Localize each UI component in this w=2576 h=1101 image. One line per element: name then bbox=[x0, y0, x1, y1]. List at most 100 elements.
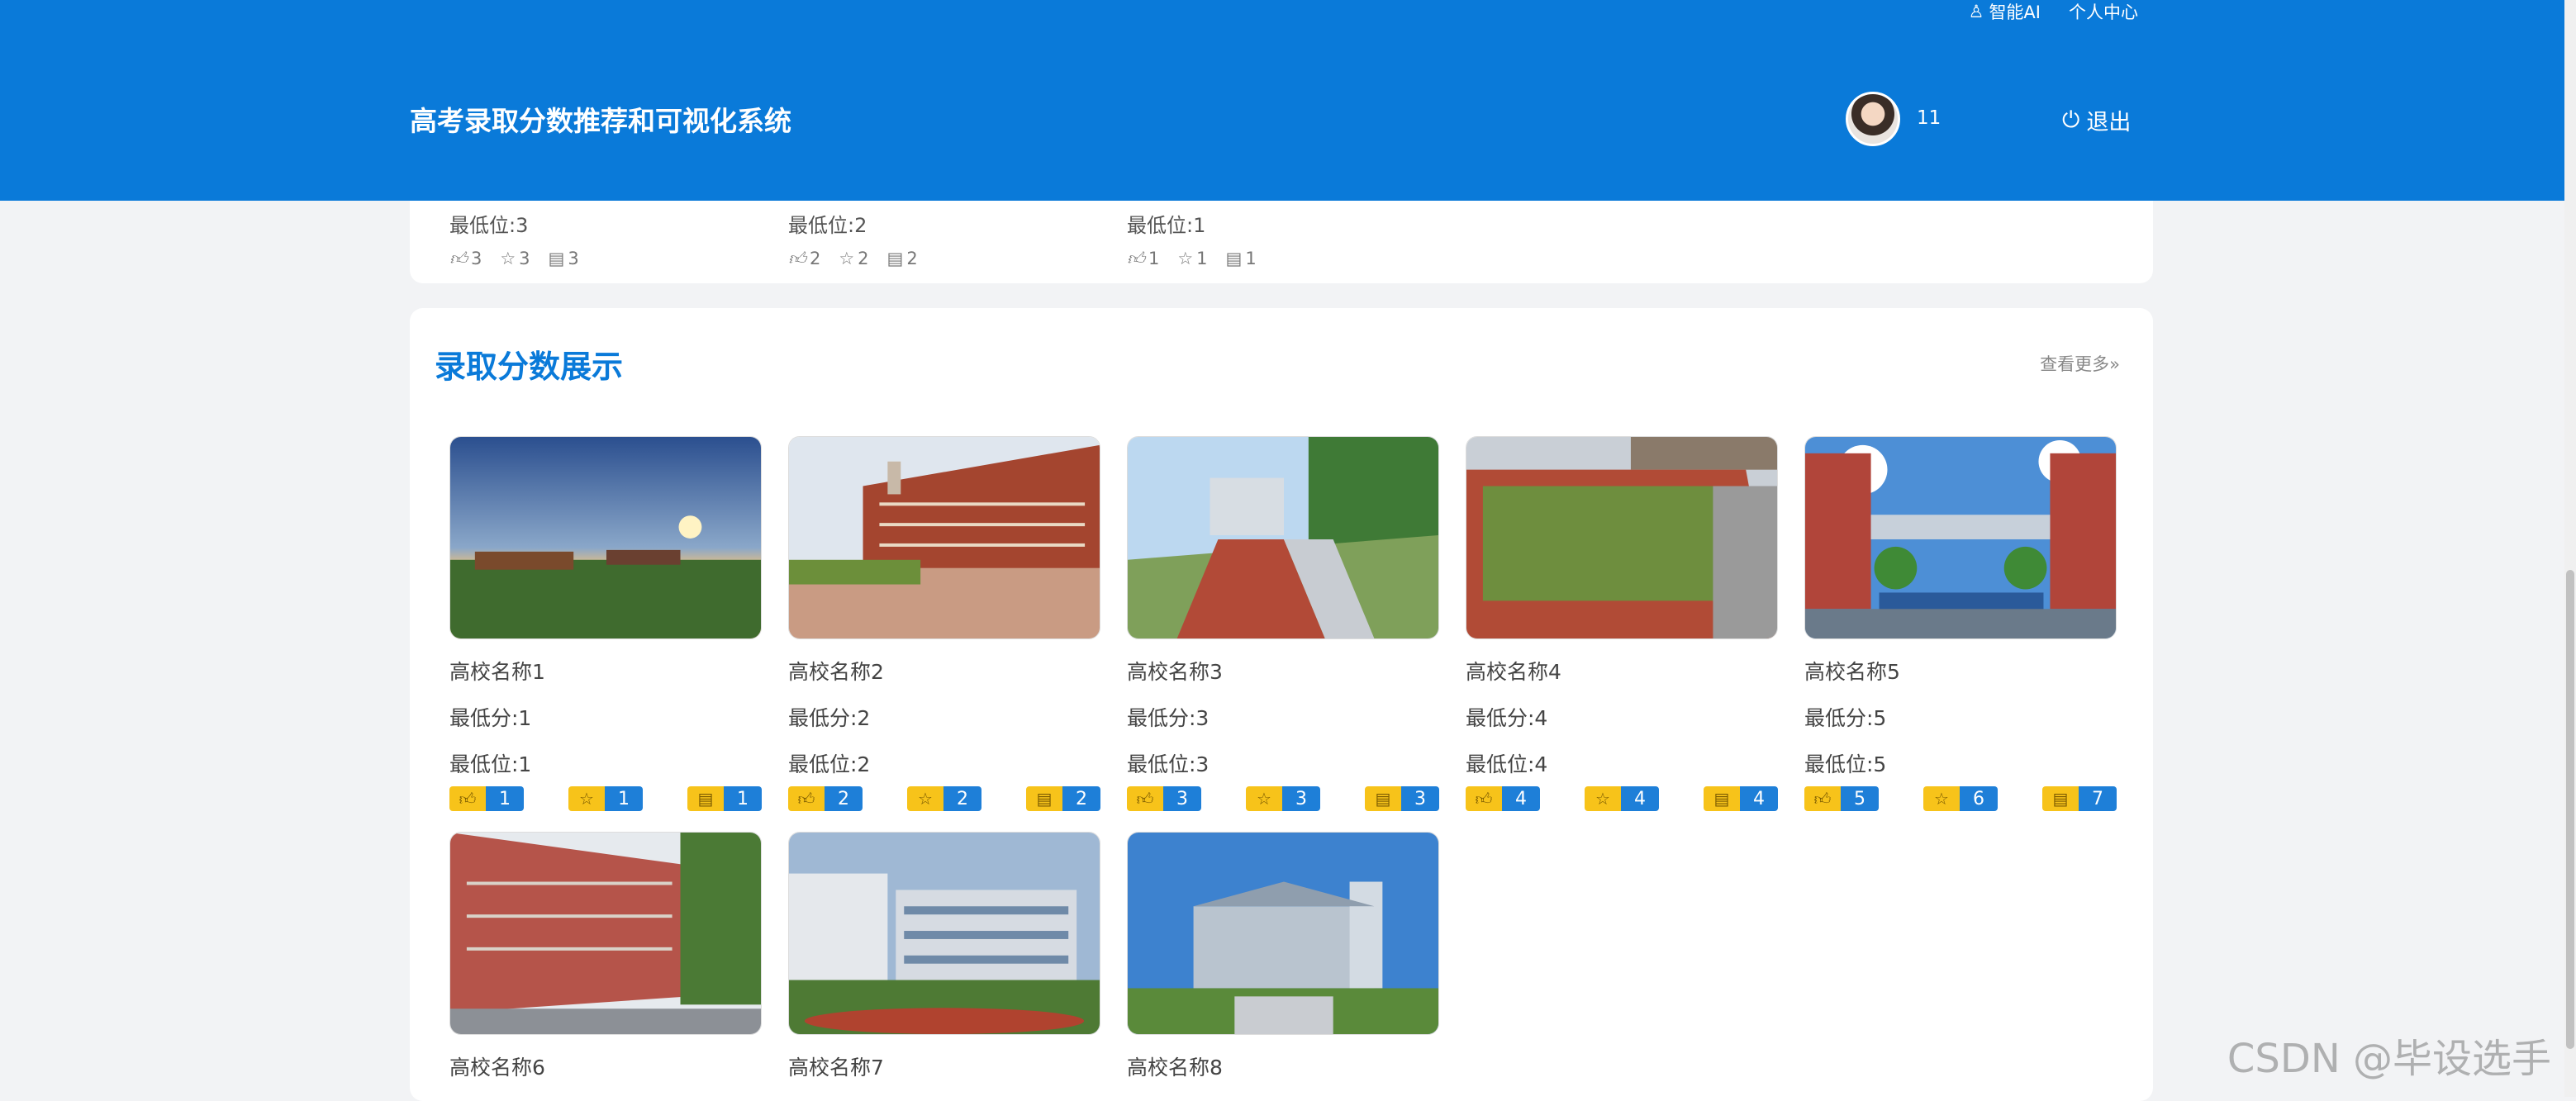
school-name: 高校名称3 bbox=[1127, 656, 1441, 686]
username: 11 bbox=[1917, 107, 1941, 129]
page-scrollbar[interactable] bbox=[2564, 0, 2576, 1097]
min-rank: 最低位:3 bbox=[1127, 748, 1441, 778]
school-photo[interactable] bbox=[788, 436, 1100, 639]
thumb-up-icon: 👍︎ bbox=[788, 786, 825, 811]
site-title: 高考录取分数推荐和可视化系统 bbox=[410, 99, 791, 139]
min-rank: 最低位:2 bbox=[788, 748, 1102, 778]
comment-icon: ▤ bbox=[1704, 786, 1740, 811]
min-score: 最低分:2 bbox=[788, 702, 1102, 732]
star-icon: ☆ bbox=[1246, 786, 1282, 811]
previous-section: 最低位:3 👍︎3 ☆3 ▤3 最低位:2 👍︎2 ☆2 ▤2 最低位:1 👍︎… bbox=[410, 201, 2153, 283]
smart-ai-link[interactable]: ♙智能AI bbox=[1969, 0, 2041, 24]
like-count: 👍︎3 bbox=[449, 248, 482, 269]
top-links: ♙智能AI 个人中心 bbox=[1969, 0, 2138, 23]
star-icon: ☆ bbox=[1923, 786, 1960, 811]
comment-count: ▤1 bbox=[1226, 248, 1257, 269]
school-card[interactable]: 高校名称5 最低分:5 最低位:5 👍︎5 ☆6 ▤7 bbox=[1804, 436, 2118, 811]
view-more-link[interactable]: 查看更多» bbox=[2040, 351, 2120, 376]
min-rank: 最低位:3 bbox=[449, 209, 763, 238]
min-rank: 最低位:2 bbox=[788, 209, 1102, 238]
comment-badge[interactable]: ▤4 bbox=[1704, 786, 1778, 811]
fav-badge[interactable]: ☆2 bbox=[907, 786, 981, 811]
school-card[interactable]: 高校名称1 最低分:1 最低位:1 👍︎1 ☆1 ▤1 bbox=[449, 436, 763, 811]
like-count: 👍︎1 bbox=[1127, 248, 1159, 269]
school-name: 高校名称6 bbox=[449, 1051, 763, 1081]
school-name: 高校名称8 bbox=[1127, 1051, 1441, 1081]
thumb-up-icon: 👍︎ bbox=[1804, 786, 1841, 811]
school-photo[interactable] bbox=[1466, 436, 1778, 639]
header: 高考录取分数推荐和可视化系统 11 ⏻ 退出 bbox=[0, 38, 2564, 201]
comment-count: ▤2 bbox=[887, 248, 918, 269]
school-photo[interactable] bbox=[1127, 436, 1439, 639]
comment-badge[interactable]: ▤2 bbox=[1026, 786, 1100, 811]
school-card[interactable]: 高校名称8 bbox=[1127, 832, 1441, 1081]
list-item[interactable]: 最低位:1 👍︎1 ☆1 ▤1 bbox=[1127, 209, 1441, 269]
fav-badge[interactable]: ☆6 bbox=[1923, 786, 1998, 811]
star-icon: ☆ bbox=[839, 249, 854, 268]
school-photo[interactable] bbox=[449, 832, 762, 1035]
school-card[interactable]: 高校名称2 最低分:2 最低位:2 👍︎2 ☆2 ▤2 bbox=[788, 436, 1102, 811]
fav-badge[interactable]: ☆1 bbox=[568, 786, 643, 811]
watermark: CSDN @毕设选手 bbox=[2227, 1026, 2551, 1084]
comment-icon: ▤ bbox=[687, 786, 724, 811]
thumb-up-icon: 👍︎ bbox=[1127, 248, 1145, 269]
thumb-up-icon: 👍︎ bbox=[1466, 786, 1502, 811]
list-item[interactable]: 最低位:3 👍︎3 ☆3 ▤3 bbox=[449, 209, 763, 269]
comment-icon: ▤ bbox=[2042, 786, 2079, 811]
star-icon: ☆ bbox=[1585, 786, 1621, 811]
school-photo[interactable] bbox=[449, 436, 762, 639]
like-badge[interactable]: 👍︎2 bbox=[788, 786, 863, 811]
school-photo[interactable] bbox=[788, 832, 1100, 1035]
min-rank: 最低位:4 bbox=[1466, 748, 1780, 778]
school-name: 高校名称5 bbox=[1804, 656, 2118, 686]
profile-link[interactable]: 个人中心 bbox=[2069, 0, 2138, 24]
avatar[interactable] bbox=[1846, 92, 1900, 146]
thumb-up-icon: 👍︎ bbox=[788, 248, 806, 269]
fav-count: ☆3 bbox=[500, 248, 530, 269]
like-badge[interactable]: 👍︎1 bbox=[449, 786, 524, 811]
comment-count: ▤3 bbox=[549, 248, 579, 269]
fav-badge[interactable]: ☆4 bbox=[1585, 786, 1659, 811]
school-card[interactable]: 高校名称3 最低分:3 最低位:3 👍︎3 ☆3 ▤3 bbox=[1127, 436, 1441, 811]
comment-icon: ▤ bbox=[1226, 249, 1243, 268]
score-showcase-section: 录取分数展示 查看更多» 高校名称1 最低分:1 最低位:1 👍︎1 ☆1 ▤1… bbox=[410, 308, 2153, 1101]
like-count: 👍︎2 bbox=[788, 248, 820, 269]
star-icon: ☆ bbox=[500, 249, 516, 268]
min-score: 最低分:1 bbox=[449, 702, 763, 732]
like-badge[interactable]: 👍︎5 bbox=[1804, 786, 1879, 811]
user-icon: ♙ bbox=[1969, 2, 1984, 21]
school-card[interactable]: 高校名称7 bbox=[788, 832, 1102, 1081]
thumb-up-icon: 👍︎ bbox=[449, 248, 468, 269]
comment-icon: ▤ bbox=[549, 249, 565, 268]
fav-count: ☆1 bbox=[1177, 248, 1207, 269]
school-photo[interactable] bbox=[1127, 832, 1439, 1035]
comment-badge[interactable]: ▤3 bbox=[1365, 786, 1439, 811]
fav-badge[interactable]: ☆3 bbox=[1246, 786, 1320, 811]
min-score: 最低分:3 bbox=[1127, 702, 1441, 732]
school-name: 高校名称1 bbox=[449, 656, 763, 686]
star-icon: ☆ bbox=[907, 786, 943, 811]
comment-badge[interactable]: ▤1 bbox=[687, 786, 762, 811]
min-rank: 最低位:1 bbox=[1127, 209, 1441, 238]
school-name: 高校名称7 bbox=[788, 1051, 1102, 1081]
logout-button[interactable]: ⏻ 退出 bbox=[2062, 104, 2131, 136]
school-card[interactable]: 高校名称4 最低分:4 最低位:4 👍︎4 ☆4 ▤4 bbox=[1466, 436, 1780, 811]
like-badge[interactable]: 👍︎3 bbox=[1127, 786, 1201, 811]
section-title: 录取分数展示 bbox=[435, 341, 623, 387]
school-card[interactable]: 高校名称6 bbox=[449, 832, 763, 1081]
school-name: 高校名称4 bbox=[1466, 656, 1780, 686]
comment-icon: ▤ bbox=[887, 249, 904, 268]
comment-icon: ▤ bbox=[1365, 786, 1401, 811]
min-rank: 最低位:1 bbox=[449, 748, 763, 778]
list-item[interactable]: 最低位:2 👍︎2 ☆2 ▤2 bbox=[788, 209, 1102, 269]
scrollbar-thumb[interactable] bbox=[2566, 570, 2574, 1049]
school-photo[interactable] bbox=[1804, 436, 2117, 639]
star-icon: ☆ bbox=[568, 786, 605, 811]
min-score: 最低分:4 bbox=[1466, 702, 1780, 732]
min-score: 最低分:5 bbox=[1804, 702, 2118, 732]
like-badge[interactable]: 👍︎4 bbox=[1466, 786, 1540, 811]
comment-badge[interactable]: ▤7 bbox=[2042, 786, 2117, 811]
min-rank: 最低位:5 bbox=[1804, 748, 2118, 778]
thumb-up-icon: 👍︎ bbox=[449, 786, 486, 811]
top-bar: ♙智能AI 个人中心 bbox=[0, 0, 2576, 38]
